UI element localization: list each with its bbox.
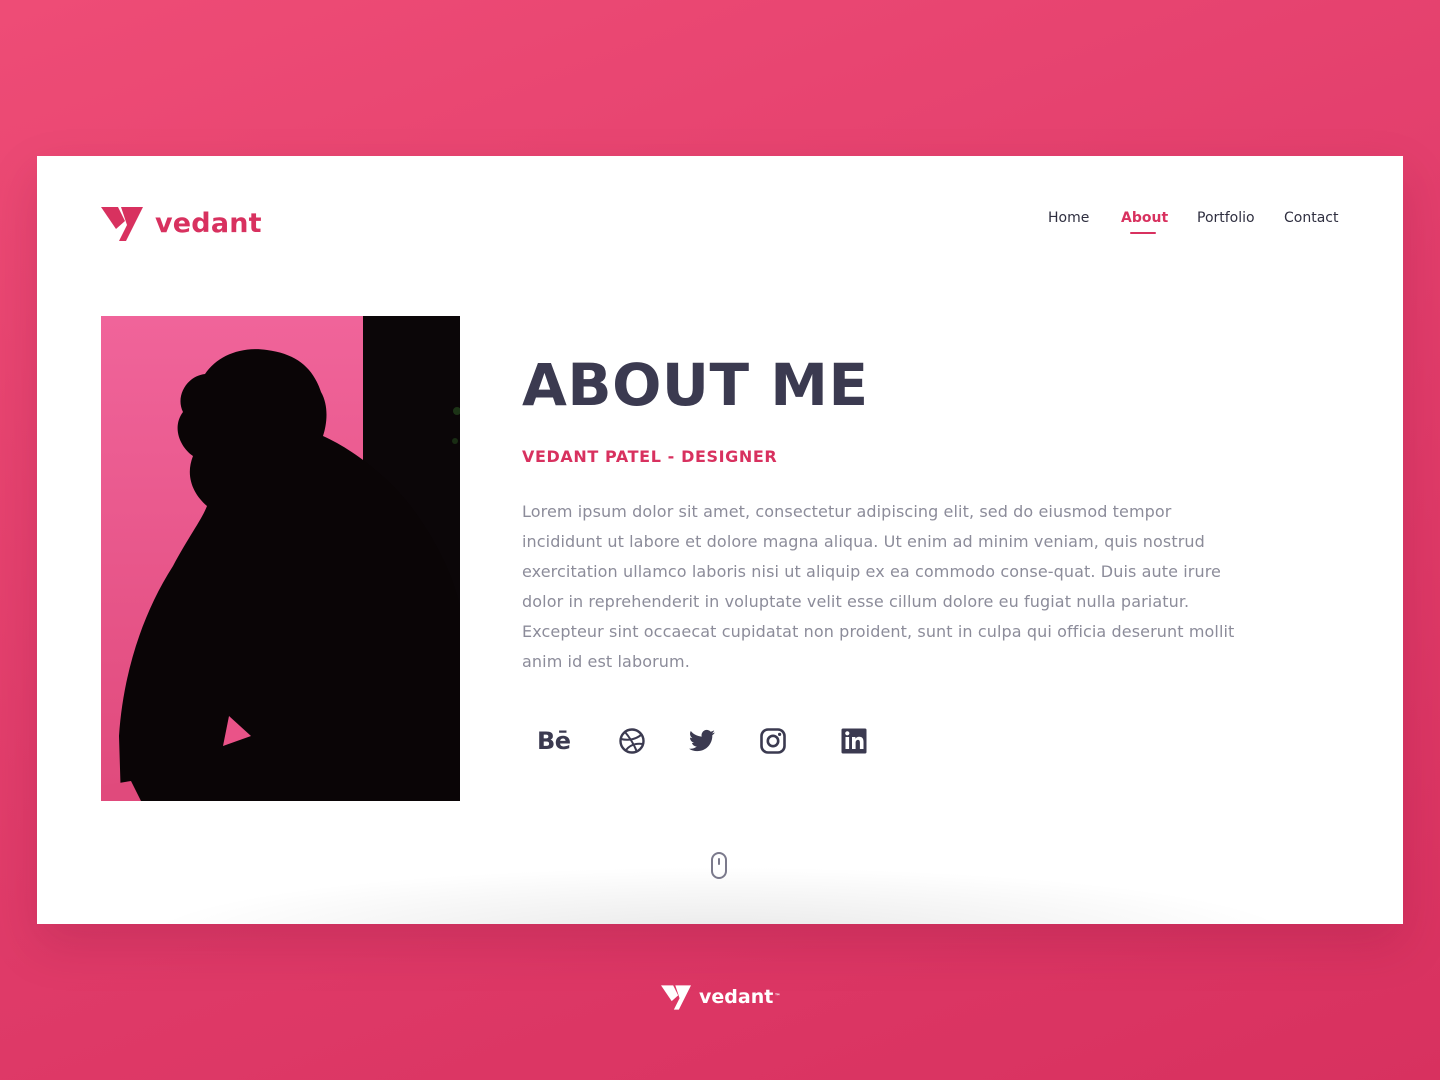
linkedin-link[interactable] — [839, 721, 869, 761]
nav-item-home[interactable]: Home — [1048, 208, 1089, 228]
social-linkedin[interactable] — [839, 721, 869, 761]
profile-photo — [101, 316, 460, 801]
mouse-scroll-icon — [711, 852, 727, 879]
active-underline — [1130, 232, 1156, 234]
trademark-symbol: ™ — [774, 993, 781, 1000]
social-twitter[interactable] — [687, 721, 717, 761]
brand-logo[interactable]: vedant — [101, 206, 262, 242]
social-behance[interactable]: Bē — [537, 721, 577, 761]
page-title: ABOUT ME — [522, 351, 869, 419]
footer-brand-name: vedant™ — [699, 985, 780, 1009]
nav-item-about[interactable]: About — [1121, 208, 1169, 234]
dribbble-link[interactable] — [617, 721, 647, 761]
silhouette-image — [101, 316, 460, 801]
dribbble-icon — [619, 728, 645, 754]
nav-item-about-label: About — [1121, 210, 1169, 226]
v-logo-icon — [101, 207, 143, 241]
about-card: vedant Home About Portfolio Contact ABOU… — [37, 156, 1403, 924]
behance-icon: Bē — [537, 727, 571, 755]
main-nav: Home About Portfolio Contact — [1037, 208, 1343, 238]
nav-item-contact[interactable]: Contact — [1284, 208, 1338, 228]
behance-link[interactable]: Bē — [537, 721, 577, 761]
scroll-indicator[interactable] — [710, 851, 728, 881]
v-logo-icon-footer — [661, 984, 691, 1010]
brand-name: vedant — [155, 208, 262, 239]
bio-paragraph: Lorem ipsum dolor sit amet, consectetur … — [522, 502, 1235, 671]
name-subtitle: VEDANT PATEL - DESIGNER — [522, 447, 778, 466]
instagram-icon — [760, 728, 786, 754]
social-instagram[interactable] — [758, 721, 788, 761]
footer-logo[interactable]: vedant™ — [661, 984, 780, 1010]
instagram-link[interactable] — [758, 721, 788, 761]
nav-item-portfolio[interactable]: Portfolio — [1197, 208, 1255, 228]
twitter-link[interactable] — [687, 721, 717, 761]
social-dribbble[interactable] — [617, 721, 647, 761]
linkedin-icon — [841, 728, 867, 754]
twitter-icon — [689, 729, 715, 752]
footer-brand-text: vedant — [699, 986, 774, 1008]
